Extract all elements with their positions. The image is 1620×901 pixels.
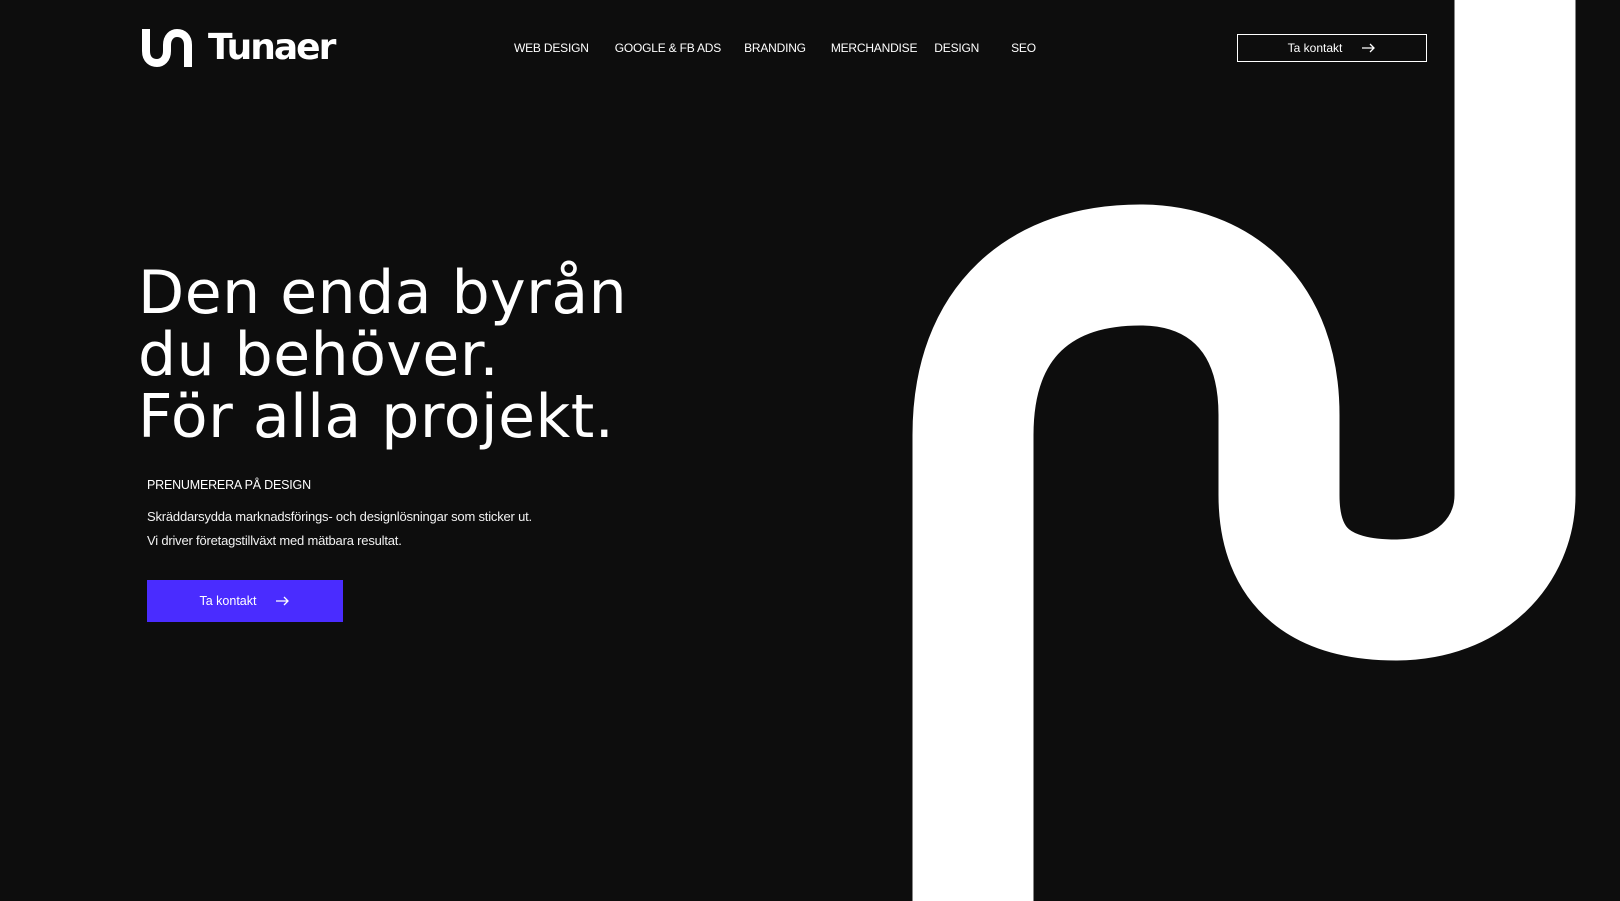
- hero-title-line: du behöver.: [138, 320, 500, 390]
- hero-title: Den enda byrån du behöver. För alla proj…: [138, 262, 627, 448]
- header-contact-button[interactable]: Ta kontakt: [1237, 34, 1427, 62]
- arrow-right-icon: [276, 596, 290, 606]
- nav-item-design[interactable]: DESIGN: [934, 41, 979, 55]
- nav-item-web-design[interactable]: WEB DESIGN: [514, 41, 589, 55]
- landing-page: Tunaer WEB DESIGN GOOGLE & FB ADS BRANDI…: [0, 0, 1620, 901]
- hero-description-line: Skräddarsydda marknadsförings- och desig…: [147, 509, 532, 524]
- logo-mark-icon: [142, 29, 192, 67]
- nav-item-google-fb-ads[interactable]: GOOGLE & FB ADS: [615, 41, 722, 55]
- hero-contact-label: Ta kontakt: [199, 594, 257, 608]
- header-contact-label: Ta kontakt: [1287, 41, 1343, 55]
- nav-item-seo[interactable]: SEO: [1011, 41, 1036, 55]
- hero-description: Skräddarsydda marknadsförings- och desig…: [147, 505, 532, 553]
- brand-logo[interactable]: Tunaer: [140, 27, 336, 68]
- main-nav: WEB DESIGN GOOGLE & FB ADS BRANDING MERC…: [514, 38, 1036, 58]
- hero-description-line: Vi driver företagstillväxt med mätbara r…: [147, 533, 402, 548]
- hero-title-line: För alla projekt.: [138, 382, 615, 452]
- hero-contact-button[interactable]: Ta kontakt: [147, 580, 343, 622]
- hero-eyebrow: PRENUMERERA PÅ DESIGN: [147, 478, 311, 492]
- brand-wordmark: Tunaer: [208, 27, 336, 68]
- arrow-right-icon: [1362, 43, 1376, 53]
- nav-item-merchandise[interactable]: MERCHANDISE: [831, 41, 918, 55]
- hero-title-line: Den enda byrån: [138, 258, 628, 328]
- nav-item-branding[interactable]: BRANDING: [744, 41, 806, 55]
